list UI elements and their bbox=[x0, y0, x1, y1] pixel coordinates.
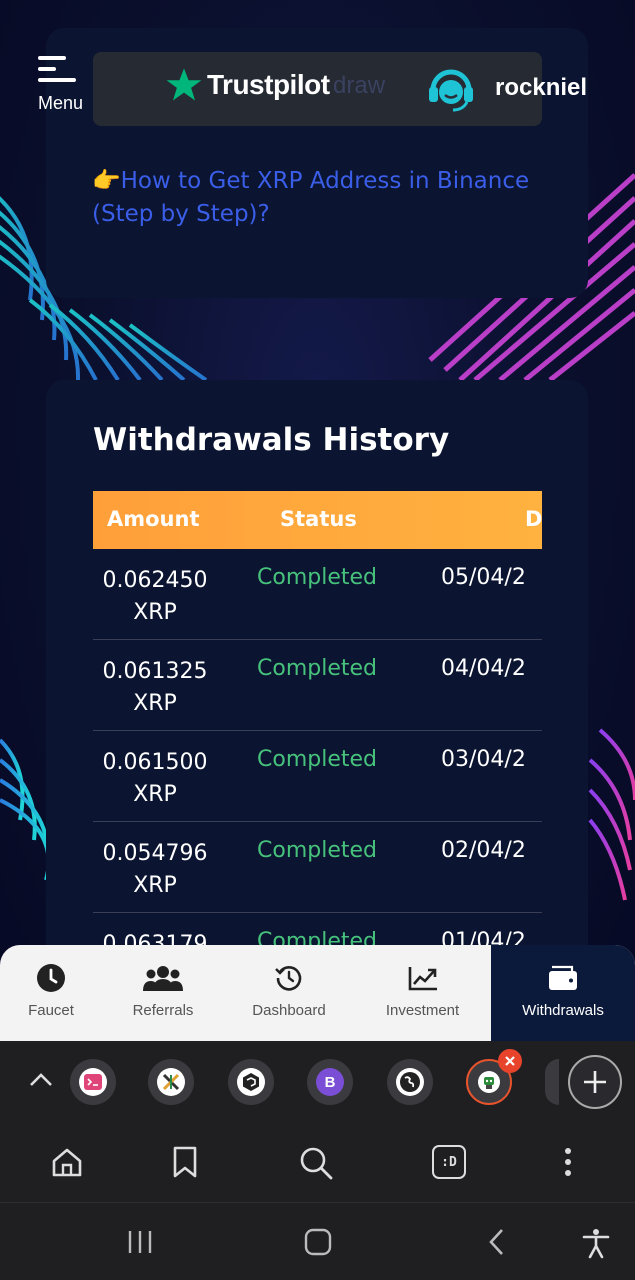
bookmarks-button[interactable] bbox=[170, 1145, 200, 1183]
home-system-button[interactable] bbox=[302, 1227, 334, 1261]
table-row: 0.061500 XRP Completed 03/04/2 bbox=[93, 731, 542, 822]
browser-toolbar: :D bbox=[0, 1123, 635, 1203]
nav-investment-label: Investment bbox=[385, 1002, 460, 1019]
row-date: 03/04/2 bbox=[441, 747, 526, 772]
nav-withdrawals[interactable]: Withdrawals bbox=[491, 945, 635, 1041]
collapse-tabs-button[interactable] bbox=[28, 1069, 54, 1095]
nav-dashboard-label: Dashboard bbox=[252, 1002, 326, 1019]
hexagon-logo-icon bbox=[237, 1068, 265, 1096]
table-header: Amount Status D bbox=[93, 491, 542, 549]
withdrawals-history-panel: Withdrawals History Amount Status D 0.06… bbox=[46, 380, 588, 980]
column-date: D bbox=[525, 507, 542, 531]
history-title: Withdrawals History bbox=[93, 422, 450, 458]
support-brand: rockniel bbox=[495, 74, 588, 101]
row-amount: 0.061500 bbox=[102, 750, 208, 775]
tab-site-3[interactable] bbox=[228, 1059, 274, 1105]
trustpilot-logo: Trustpilot bbox=[165, 66, 330, 104]
menu-button[interactable]: Menu bbox=[38, 56, 98, 116]
close-tab-button[interactable] bbox=[498, 1049, 522, 1073]
guide-link-text: How to Get XRP Address in Binance (Step … bbox=[92, 168, 530, 227]
row-amount: 0.054796 bbox=[102, 841, 208, 866]
new-tab-button[interactable] bbox=[568, 1055, 622, 1109]
home-button[interactable] bbox=[50, 1145, 84, 1183]
back-chevron-icon bbox=[489, 1229, 503, 1255]
tab-manager-button[interactable]: :D bbox=[432, 1145, 466, 1179]
wallet-icon bbox=[548, 963, 578, 993]
support-logo: rockniel bbox=[423, 60, 587, 116]
banner-ghost-text: draw bbox=[333, 72, 386, 99]
svg-text:B: B bbox=[325, 1074, 336, 1091]
tab-site-5[interactable] bbox=[387, 1059, 433, 1105]
bootstrap-icon: B bbox=[316, 1068, 344, 1096]
tab-manager-label: :D bbox=[441, 1154, 457, 1170]
browser-tab-strip: B bbox=[0, 1041, 635, 1123]
robot-favicon-icon bbox=[478, 1071, 500, 1093]
column-amount: Amount bbox=[107, 507, 200, 531]
terminal-icon bbox=[79, 1068, 107, 1096]
ad-banner[interactable]: draw Trustpilot rockniel bbox=[93, 52, 587, 126]
column-status: Status bbox=[280, 507, 357, 531]
table-row: 0.061325 XRP Completed 04/04/2 bbox=[93, 640, 542, 731]
nav-faucet[interactable]: Faucet bbox=[0, 945, 102, 1041]
row-date: 04/04/2 bbox=[441, 656, 526, 681]
more-options-button[interactable] bbox=[560, 1145, 576, 1183]
row-date: 05/04/2 bbox=[441, 565, 526, 590]
chevron-up-icon bbox=[30, 1073, 52, 1086]
row-unit: XRP bbox=[133, 600, 177, 625]
back-button[interactable] bbox=[482, 1227, 512, 1261]
row-unit: XRP bbox=[133, 873, 177, 898]
globe-icon bbox=[396, 1068, 424, 1096]
table-row: 0.054796 XRP Completed 02/04/2 bbox=[93, 822, 542, 913]
home-icon bbox=[52, 1148, 82, 1177]
row-date: 02/04/2 bbox=[441, 838, 526, 863]
nav-withdrawals-label: Withdrawals bbox=[522, 1002, 604, 1019]
tab-site-4[interactable]: B bbox=[307, 1059, 353, 1105]
guide-link[interactable]: 👉How to Get XRP Address in Binance (Step… bbox=[92, 165, 552, 231]
clock-icon bbox=[36, 963, 66, 993]
headset-icon bbox=[429, 69, 473, 112]
tab-terminal[interactable] bbox=[70, 1059, 116, 1105]
chart-up-icon bbox=[408, 963, 438, 993]
system-nav-bar bbox=[0, 1203, 635, 1280]
row-unit: XRP bbox=[133, 691, 177, 716]
table-row: 0.062450 XRP Completed 05/04/2 bbox=[93, 549, 542, 640]
row-amount: 0.061325 bbox=[102, 659, 208, 684]
more-vertical-icon bbox=[565, 1148, 571, 1176]
menu-label: Menu bbox=[38, 93, 84, 113]
close-icon bbox=[505, 1056, 515, 1066]
colorful-x-icon bbox=[157, 1068, 185, 1096]
recent-apps-button[interactable] bbox=[124, 1227, 156, 1261]
app-bottom-nav: Faucet Referrals Dashboard Investment Wi… bbox=[0, 945, 635, 1041]
row-unit: XRP bbox=[133, 782, 177, 807]
row-status: Completed bbox=[257, 838, 377, 863]
trustpilot-label: Trustpilot bbox=[207, 69, 330, 100]
history-icon bbox=[275, 963, 303, 993]
tab-site-2[interactable] bbox=[148, 1059, 194, 1105]
hamburger-icon bbox=[38, 56, 98, 82]
star-icon bbox=[166, 68, 202, 101]
history-table[interactable]: Amount Status D 0.062450 XRP Completed 05… bbox=[93, 491, 542, 980]
search-icon bbox=[300, 1147, 333, 1180]
row-amount: 0.062450 bbox=[102, 568, 208, 593]
nav-dashboard[interactable]: Dashboard bbox=[224, 945, 354, 1041]
nav-investment[interactable]: Investment bbox=[354, 945, 491, 1041]
users-icon bbox=[143, 963, 183, 993]
row-status: Completed bbox=[257, 747, 377, 772]
search-button[interactable] bbox=[298, 1145, 334, 1185]
accessibility-icon bbox=[582, 1229, 610, 1259]
recents-icon bbox=[128, 1231, 152, 1253]
row-status: Completed bbox=[257, 656, 377, 681]
plus-icon bbox=[584, 1071, 606, 1093]
nav-referrals-label: Referrals bbox=[132, 1002, 194, 1019]
tab-partial[interactable] bbox=[545, 1059, 559, 1105]
bookmark-icon bbox=[173, 1146, 197, 1178]
nav-referrals[interactable]: Referrals bbox=[102, 945, 224, 1041]
nav-faucet-label: Faucet bbox=[28, 1002, 74, 1019]
accessibility-button[interactable] bbox=[580, 1227, 612, 1263]
pointing-hand-icon: 👉 bbox=[92, 168, 121, 194]
home-square-icon bbox=[304, 1228, 332, 1256]
row-status: Completed bbox=[257, 565, 377, 590]
